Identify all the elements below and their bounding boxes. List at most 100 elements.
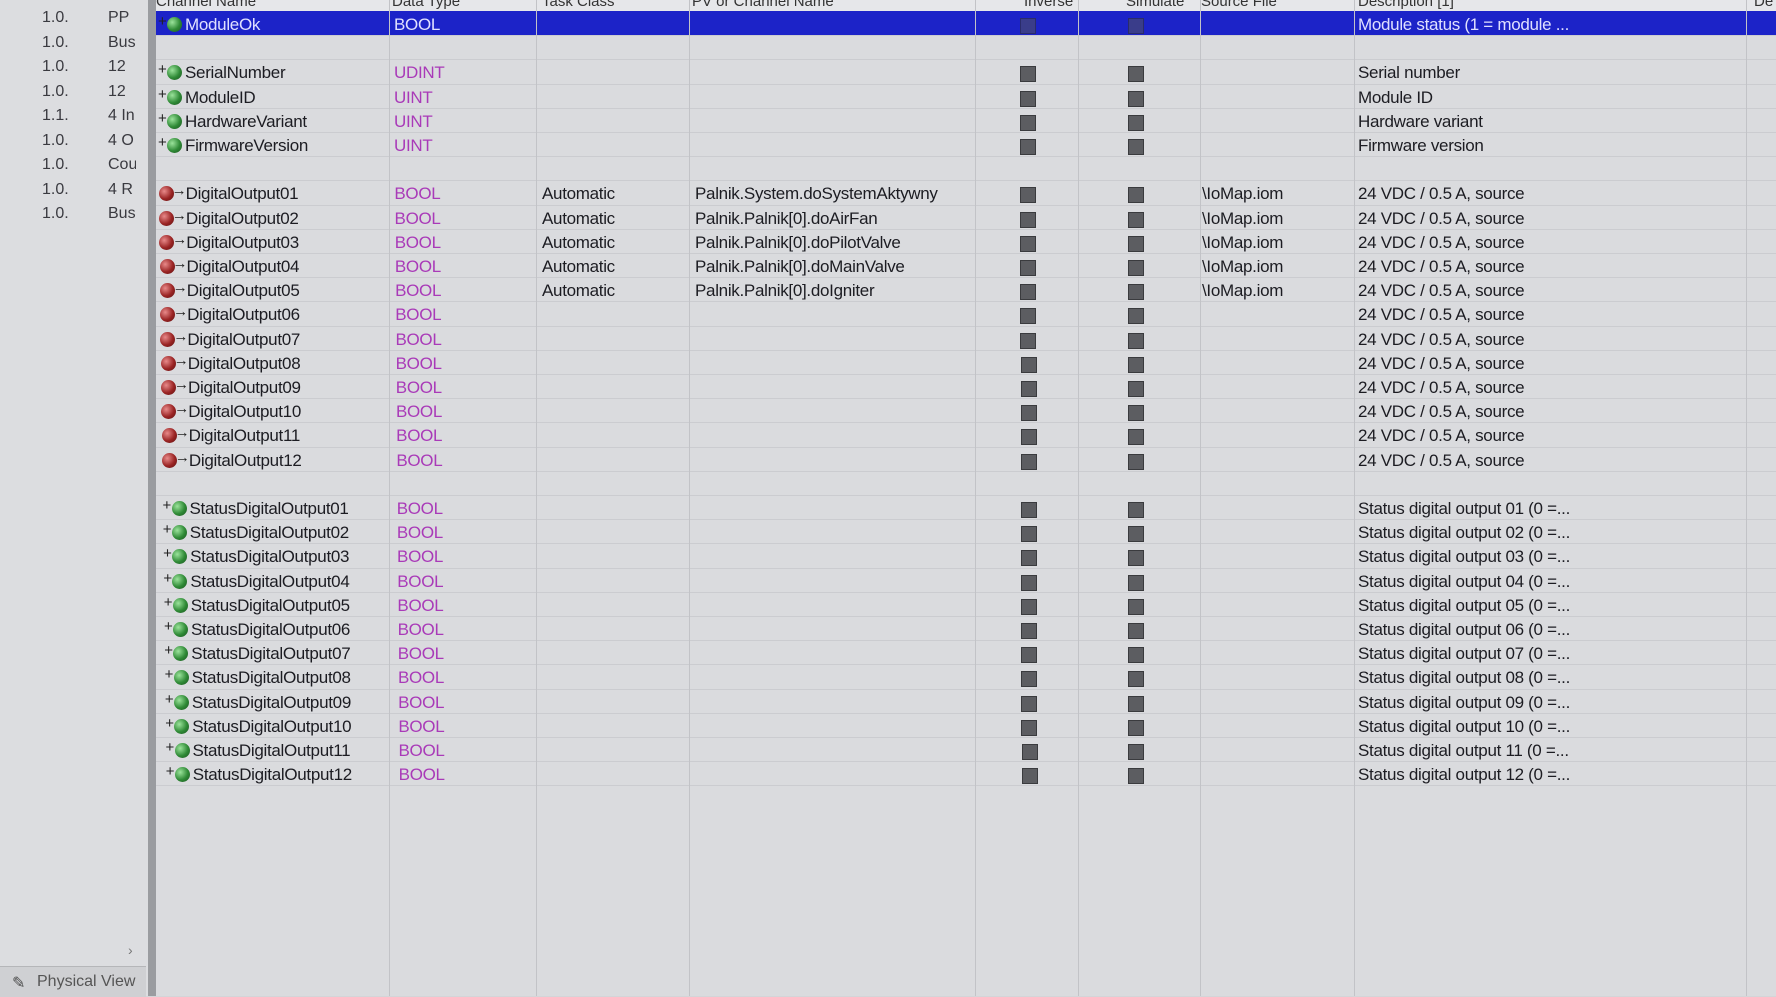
data-type[interactable]: BOOL: [396, 378, 442, 398]
channel-description[interactable]: 24 VDC / 0.5 A, source: [1358, 209, 1525, 229]
table-row[interactable]: + StatusDigitalOutput03 BOOL Status digital…: [156, 543, 1776, 569]
tree-item[interactable]: 1.0. 4 R: [0, 178, 148, 203]
data-type[interactable]: BOOL: [398, 717, 444, 737]
channel-description[interactable]: Status digital output 05 (0 =...: [1358, 596, 1570, 616]
inverse-checkbox[interactable]: [1020, 18, 1036, 34]
table-row[interactable]: + StatusDigitalOutput10 BOOL Status digital…: [156, 713, 1776, 738]
simulate-checkbox[interactable]: [1128, 308, 1144, 325]
simulate-checkbox[interactable]: [1128, 187, 1144, 204]
table-row[interactable]: + StatusDigitalOutput06 BOOL Status digital…: [156, 616, 1776, 642]
data-type[interactable]: BOOL: [396, 451, 442, 471]
simulate-checkbox[interactable]: [1128, 429, 1144, 446]
inverse-checkbox[interactable]: [1020, 502, 1037, 518]
tree-item[interactable]: 1.0. 12: [0, 80, 148, 105]
scroll-right-icon[interactable]: ›: [128, 942, 133, 958]
simulate-checkbox[interactable]: [1128, 235, 1144, 252]
header-task-class[interactable]: Task Class: [542, 0, 615, 10]
data-type[interactable]: BOOL: [395, 305, 441, 325]
channel-description[interactable]: Status digital output 04 (0 =...: [1358, 572, 1570, 592]
pane-splitter[interactable]: [148, 0, 156, 996]
inverse-checkbox[interactable]: [1021, 768, 1038, 785]
inverse-checkbox[interactable]: [1020, 381, 1037, 397]
simulate-checkbox[interactable]: [1128, 623, 1144, 639]
header-description[interactable]: Description [1]: [1358, 0, 1454, 10]
inverse-checkbox[interactable]: [1020, 211, 1037, 228]
header-simulate[interactable]: Simulate: [1126, 0, 1184, 10]
table-row[interactable]: + StatusDigitalOutput11 BOOL Status digital…: [156, 737, 1776, 763]
simulate-checkbox[interactable]: [1128, 332, 1144, 349]
data-type[interactable]: BOOL: [397, 523, 443, 543]
task-class[interactable]: Automatic: [542, 281, 615, 301]
table-row[interactable]: + SerialNumber UDINT Serial number: [156, 59, 1776, 85]
data-type[interactable]: BOOL: [398, 620, 444, 640]
simulate-checkbox[interactable]: [1128, 66, 1144, 83]
simulate-checkbox[interactable]: [1128, 768, 1144, 785]
header-data-type[interactable]: Data Type: [392, 0, 460, 10]
table-row[interactable]: + StatusDigitalOutput08 BOOL Status digital…: [156, 664, 1776, 690]
inverse-checkbox[interactable]: [1020, 114, 1036, 131]
data-type[interactable]: BOOL: [396, 402, 442, 422]
table-row[interactable]: → DigitalOutput03 BOOL Automatic Palnik.Paln…: [156, 229, 1776, 254]
simulate-checkbox[interactable]: [1128, 114, 1144, 131]
simulate-checkbox[interactable]: [1128, 598, 1144, 615]
data-type[interactable]: BOOL: [395, 257, 441, 277]
table-row[interactable]: + StatusDigitalOutput12 BOOL Status digital…: [156, 761, 1776, 787]
channel-description[interactable]: 24 VDC / 0.5 A, source: [1358, 451, 1525, 471]
task-class[interactable]: Automatic: [542, 233, 615, 253]
simulate-checkbox[interactable]: [1128, 719, 1144, 736]
physical-view-tab[interactable]: ✎ Physical View: [0, 966, 146, 997]
channel-description[interactable]: 24 VDC / 0.5 A, source: [1358, 354, 1525, 374]
simulate-checkbox[interactable]: [1128, 502, 1144, 518]
data-type[interactable]: BOOL: [395, 233, 441, 253]
table-row[interactable]: → DigitalOutput11 BOOL 24 VDC / 0.5 A, sour…: [156, 422, 1776, 448]
channel-description[interactable]: Module status (1 = module ...: [1358, 15, 1569, 35]
data-type[interactable]: UINT: [394, 136, 433, 156]
header-pv-name[interactable]: PV or Channel Name: [692, 0, 834, 10]
tree-item[interactable]: 1.1. 4 In: [0, 104, 148, 129]
simulate-checkbox[interactable]: [1128, 211, 1144, 228]
inverse-checkbox[interactable]: [1020, 453, 1037, 470]
inverse-checkbox[interactable]: [1020, 308, 1037, 325]
channel-description[interactable]: 24 VDC / 0.5 A, source: [1358, 305, 1525, 325]
channel-description[interactable]: Status digital output 11 (0 =...: [1358, 741, 1569, 761]
inverse-checkbox[interactable]: [1020, 235, 1037, 252]
channel-description[interactable]: Status digital output 09 (0 =...: [1358, 693, 1570, 713]
inverse-checkbox[interactable]: [1021, 719, 1038, 736]
channel-description[interactable]: Status digital output 10 (0 =...: [1358, 717, 1570, 737]
data-type[interactable]: BOOL: [397, 572, 443, 592]
task-class[interactable]: Automatic: [542, 209, 615, 229]
table-row[interactable]: → DigitalOutput01 BOOL Automatic Palnik.Syst…: [156, 180, 1776, 206]
simulate-checkbox[interactable]: [1128, 550, 1144, 567]
inverse-checkbox[interactable]: [1021, 598, 1038, 615]
channel-description[interactable]: Module ID: [1358, 88, 1433, 108]
data-type[interactable]: UINT: [394, 112, 433, 132]
data-type[interactable]: BOOL: [395, 330, 441, 350]
pv-name[interactable]: Palnik.Palnik[0].doPilotValve: [695, 233, 901, 253]
task-class[interactable]: Automatic: [542, 184, 615, 204]
simulate-checkbox[interactable]: [1128, 139, 1144, 155]
header-extra[interactable]: De: [1754, 0, 1773, 10]
inverse-checkbox[interactable]: [1021, 671, 1038, 688]
table-row[interactable]: → DigitalOutput07 BOOL 24 VDC / 0.5 A, sour…: [156, 326, 1776, 351]
table-row[interactable]: → DigitalOutput10 BOOL 24 VDC / 0.5 A, sour…: [156, 398, 1776, 424]
simulate-checkbox[interactable]: [1128, 260, 1144, 276]
simulate-checkbox[interactable]: [1128, 695, 1144, 712]
header-inverse[interactable]: Inverse: [1024, 0, 1073, 10]
table-row[interactable]: + StatusDigitalOutput05 BOOL Status digital…: [156, 592, 1776, 617]
tree-item[interactable]: 1.0. Bus: [0, 202, 148, 227]
data-type[interactable]: BOOL: [399, 741, 445, 761]
channel-description[interactable]: 24 VDC / 0.5 A, source: [1358, 257, 1525, 277]
data-type[interactable]: BOOL: [394, 184, 440, 204]
channel-description[interactable]: Status digital output 02 (0 =...: [1358, 523, 1570, 543]
data-type[interactable]: BOOL: [397, 499, 443, 519]
task-class[interactable]: Automatic: [542, 257, 615, 277]
table-row[interactable]: → DigitalOutput05 BOOL Automatic Palnik.Paln…: [156, 277, 1776, 303]
table-row[interactable]: + StatusDigitalOutput09 BOOL Status digital…: [156, 689, 1776, 714]
inverse-checkbox[interactable]: [1021, 574, 1038, 591]
channel-description[interactable]: Status digital output 01 (0 =...: [1358, 499, 1570, 519]
data-type[interactable]: BOOL: [398, 668, 444, 688]
table-row[interactable]: + StatusDigitalOutput01 BOOL Status digital…: [156, 495, 1776, 521]
data-type[interactable]: UDINT: [394, 63, 445, 83]
table-row[interactable]: → DigitalOutput04 BOOL Automatic Palnik.Paln…: [156, 253, 1776, 279]
data-type[interactable]: BOOL: [398, 693, 444, 713]
